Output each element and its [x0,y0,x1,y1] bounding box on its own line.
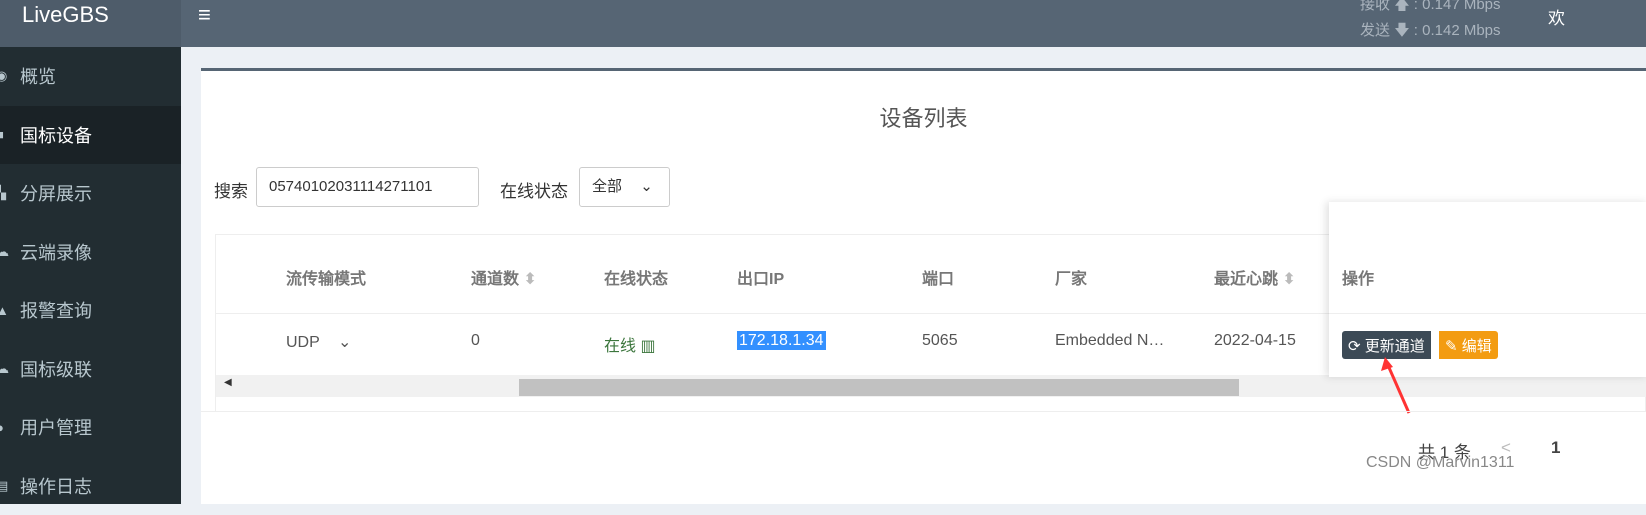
arrow-down-icon: 🡇 [1394,22,1409,39]
column-header: 在线状态 [604,265,668,289]
sidebar-item-label: 国标设备 [20,122,92,148]
sidebar-item-label: 报警查询 [20,297,92,323]
horizontal-scrollbar[interactable]: ◀ [216,375,1646,397]
actions-column: 操作 ⟳ 更新通道 ✎ 编辑 [1329,202,1646,377]
divider [1329,313,1646,314]
top-bar: LiveGBS ≡ 接收 🡅 : 0.147 Mbps 发送 🡇 : 0.142… [0,0,1646,47]
search-input[interactable]: 05740102031114271101 [256,167,479,207]
sidebar-item-label: 云端录像 [20,239,92,265]
status-filter-label: 在线状态 [500,177,568,202]
sidebar: ◉概览 ■国标设备 ▚分屏展示 ☁云端录像 ▲报警查询 ☁国标级联 ●用户管理 … [0,47,181,504]
video-camera-icon: ■ [0,127,20,142]
users-icon: ● [0,420,20,435]
sidebar-item-cascade[interactable]: ☁国标级联 [0,340,181,399]
scrollbar-thumb[interactable] [519,379,1239,396]
menu-toggle-icon[interactable]: ≡ [198,2,211,28]
cloud-upload-icon: ☁ [0,361,20,377]
bandwidth-stats: 接收 🡅 : 0.147 Mbps 发送 🡇 : 0.142 Mbps [1360,0,1501,44]
sidebar-item-split-screen[interactable]: ▚分屏展示 [0,164,181,223]
divider [201,411,1646,412]
refresh-channels-button[interactable]: ⟳ 更新通道 [1342,331,1431,359]
sidebar-item-logs[interactable]: ▤操作日志 [0,457,181,515]
status-filter-value: 全部 [592,178,622,195]
header-text: 最近心跳 [1214,271,1278,288]
user-welcome[interactable]: 欢 [1548,4,1565,29]
heartbeat: 2022-04-15 [1214,332,1296,350]
red-arrow-annotation [1381,357,1411,417]
sidebar-item-alarm[interactable]: ▲报警查询 [0,281,181,340]
column-header: 端口 [922,265,954,289]
port: 5065 [922,332,958,350]
pagination-page-1[interactable]: 1 [1551,438,1560,458]
arrow-up-icon: 🡅 [1394,0,1409,13]
chevron-down-icon: ⌄ [640,178,653,195]
sidebar-item-label: 用户管理 [20,414,92,440]
sidebar-item-overview[interactable]: ◉概览 [0,47,181,106]
sidebar-item-cloud-record[interactable]: ☁云端录像 [0,223,181,282]
sidebar-item-users[interactable]: ●用户管理 [0,398,181,457]
receive-rate: 0.147 Mbps [1422,0,1500,13]
edit-icon: ✎ [1445,338,1458,355]
header-text: 通道数 [471,271,519,288]
column-header-sortable[interactable]: 通道数 ⬍ [471,265,537,289]
send-label: 发送 [1360,22,1390,39]
column-header: 出口IP [737,265,784,289]
device-table: 流传输模式 通道数 ⬍ 在线状态 出口IP 端口 厂家 最近心跳 ⬍ UDP ⌄… [215,234,1646,412]
refresh-icon: ⟳ [1348,338,1361,355]
watermark: CSDN @Marvin1311 [1366,454,1514,472]
status-text: 在线 [604,338,636,355]
sort-icon: ⬍ [1282,271,1295,288]
column-header-sortable[interactable]: 最近心跳 ⬍ [1214,265,1296,289]
dashboard-icon: ◉ [0,68,20,84]
button-label: 编辑 [1462,338,1492,355]
ip-address: 172.18.1.34 [737,331,826,350]
send-rate: 0.142 Mbps [1422,22,1500,39]
chevron-down-icon: ⌄ [338,334,351,351]
column-header: 操作 [1342,265,1374,289]
page-title: 设备列表 [201,101,1646,133]
online-status: 在线 ▥ [604,332,656,356]
edit-button[interactable]: ✎ 编辑 [1439,331,1498,359]
column-header: 厂家 [1055,265,1087,289]
sidebar-item-label: 分屏展示 [20,180,92,206]
receive-label: 接收 [1360,0,1390,13]
bar-chart-icon: ▥ [640,338,655,355]
device-list-panel: 设备列表 搜索 05740102031114271101 在线状态 全部 ⌄ 流… [201,68,1646,504]
scroll-left-icon[interactable]: ◀ [224,377,232,388]
sidebar-item-devices[interactable]: ■国标设备 [0,106,181,165]
bell-icon: ▲ [0,303,20,318]
vendor: Embedded N… [1055,332,1164,350]
mode-value: UDP [286,334,320,351]
ip-cell: 172.18.1.34 [737,332,826,350]
status-filter-select[interactable]: 全部 ⌄ [579,167,670,207]
button-label: 更新通道 [1365,338,1425,355]
logo[interactable]: LiveGBS [0,0,181,47]
sidebar-item-label: 概览 [20,63,56,89]
log-icon: ▤ [0,478,20,494]
sidebar-item-label: 操作日志 [20,473,92,499]
search-label: 搜索 [214,177,248,202]
grid-icon: ▚ [0,185,20,201]
sort-icon: ⬍ [523,271,536,288]
mode-select[interactable]: UDP ⌄ [286,332,351,352]
sidebar-item-label: 国标级联 [20,356,92,382]
cloud-icon: ☁ [0,244,20,260]
column-header: 流传输模式 [286,265,366,289]
channel-count: 0 [471,332,480,350]
